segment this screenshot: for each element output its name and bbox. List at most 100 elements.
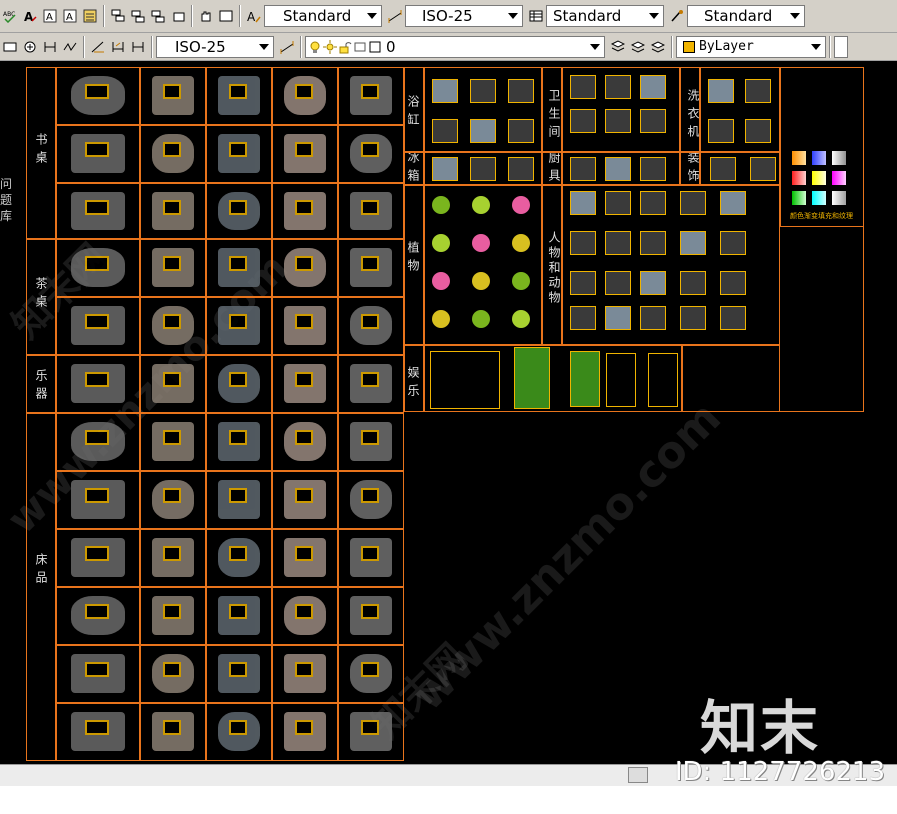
cad-block-symbol <box>284 248 326 287</box>
multileader-style-icon[interactable] <box>668 7 686 25</box>
status-grid-icon[interactable] <box>628 767 648 783</box>
windows-cascade-icon[interactable] <box>109 7 127 25</box>
cad-block-outline <box>84 83 109 100</box>
cad-fixture-symbol <box>605 109 631 133</box>
layer-states-icon[interactable] <box>649 38 667 56</box>
hand-icon[interactable] <box>197 7 215 25</box>
cad-fixture-symbol <box>508 119 534 143</box>
cad-fixture-symbol <box>708 119 734 143</box>
dim-style-manager-icon[interactable] <box>278 38 296 56</box>
cad-block-outline <box>162 313 182 330</box>
color-select[interactable]: ByLayer <box>676 35 826 58</box>
category-cell <box>26 239 56 355</box>
layer-color-icon <box>369 41 381 52</box>
windows-tile-icon[interactable] <box>129 7 147 25</box>
drawing-canvas[interactable]: 问题 库 www.znzmo.com www.znzmo.com 知末网 知末网… <box>0 61 897 764</box>
cad-block-symbol <box>350 134 392 173</box>
plant-icon <box>472 196 490 214</box>
plant-icon <box>512 234 530 252</box>
cad-fixture-symbol <box>680 191 706 215</box>
text-scale-icon[interactable]: A <box>61 7 79 25</box>
cad-block-outline <box>84 429 109 446</box>
cad-block-outline <box>228 545 248 562</box>
text-justify-icon[interactable] <box>81 7 99 25</box>
table-style-icon[interactable] <box>527 7 545 25</box>
chevron-down-icon[interactable] <box>788 8 802 24</box>
cad-fixture-symbol <box>640 75 666 99</box>
dim-inspect-icon[interactable] <box>41 38 59 56</box>
dim-center-icon[interactable] <box>21 38 39 56</box>
left-edge-label: 问题 库 <box>0 176 18 224</box>
cad-block-outline <box>162 199 182 215</box>
cad-fixture-symbol <box>640 157 666 181</box>
cad-block-symbol <box>152 596 194 635</box>
chevron-down-icon[interactable] <box>647 8 661 24</box>
linetype-select[interactable] <box>834 35 848 58</box>
chevron-down-icon[interactable] <box>588 39 602 55</box>
layer-select[interactable]: 0 <box>305 35 605 58</box>
spell-check-icon[interactable]: ABC <box>1 7 19 25</box>
dim-style-select-2[interactable]: ISO-25 <box>156 35 274 58</box>
cad-block-symbol <box>71 76 125 115</box>
text-find-icon[interactable]: A <box>41 7 59 25</box>
chevron-down-icon[interactable] <box>365 8 379 24</box>
toolbar-dimension-layers: ISO-25 0 ByLayer <box>0 33 897 61</box>
category-cell <box>404 345 424 412</box>
cad-fixture-symbol <box>570 109 596 133</box>
windows-stack-icon[interactable] <box>169 7 187 25</box>
game-table-symbol <box>514 347 550 409</box>
cad-fixture-symbol <box>470 119 496 143</box>
windows-arrange-icon[interactable] <box>149 7 167 25</box>
cad-block-symbol <box>71 596 125 635</box>
dim-continue-icon[interactable] <box>1 38 19 56</box>
dim-edit-icon[interactable] <box>89 38 107 56</box>
cad-block-outline <box>360 719 380 736</box>
plant-icon <box>472 272 490 290</box>
plant-icon <box>472 310 490 328</box>
chevron-down-icon[interactable] <box>257 39 271 55</box>
cad-block-outline <box>294 487 314 504</box>
cad-fixture-symbol <box>470 79 496 103</box>
cad-block-outline <box>162 371 182 388</box>
cad-block-outline <box>360 661 380 678</box>
cad-fixture-symbol <box>508 157 534 181</box>
plant-icon <box>512 272 530 290</box>
cad-block-outline <box>360 83 380 100</box>
game-table-symbol <box>648 353 678 407</box>
cad-fixture-symbol <box>710 157 736 181</box>
cad-block-symbol <box>284 712 326 751</box>
cad-block-symbol <box>152 538 194 577</box>
layer-previous-icon[interactable] <box>629 38 647 56</box>
color-swatch-icon <box>683 40 695 53</box>
text-style-icon[interactable]: A <box>245 7 263 25</box>
dim-update-icon[interactable] <box>129 38 147 56</box>
layer-manager-icon[interactable] <box>609 38 627 56</box>
text-edit-icon[interactable]: A <box>21 7 39 25</box>
multileader-style-select[interactable]: Standard <box>687 5 805 27</box>
table-style-select[interactable]: Standard <box>546 5 664 27</box>
cad-block-outline <box>162 661 182 678</box>
dim-style-icon[interactable] <box>386 7 404 25</box>
toolbar-styles: ABC A A A A Standard ISO-25 Standard Sta… <box>0 0 897 33</box>
cad-block-outline <box>84 141 109 158</box>
cad-block-outline <box>84 371 109 388</box>
cad-fixture-symbol <box>570 157 596 181</box>
plant-icon <box>472 234 490 252</box>
chevron-down-icon[interactable] <box>506 8 520 24</box>
cad-block-symbol <box>284 192 326 230</box>
category-cell <box>404 67 424 152</box>
lock-open-icon <box>339 41 352 53</box>
cad-block-symbol <box>350 480 392 519</box>
text-style-select[interactable]: Standard <box>264 5 382 27</box>
cad-block-symbol <box>218 134 260 173</box>
plant-icon <box>512 196 530 214</box>
cad-fixture-symbol <box>640 109 666 133</box>
cad-fixture-symbol <box>750 157 776 181</box>
cad-fixture-symbol <box>605 191 631 215</box>
cad-fixture-symbol <box>680 231 706 255</box>
dim-jogged-icon[interactable] <box>61 38 79 56</box>
window-icon[interactable] <box>217 7 235 25</box>
dim-text-edit-icon[interactable] <box>109 38 127 56</box>
dim-style-select[interactable]: ISO-25 <box>405 5 523 27</box>
chevron-down-icon[interactable] <box>809 39 823 55</box>
